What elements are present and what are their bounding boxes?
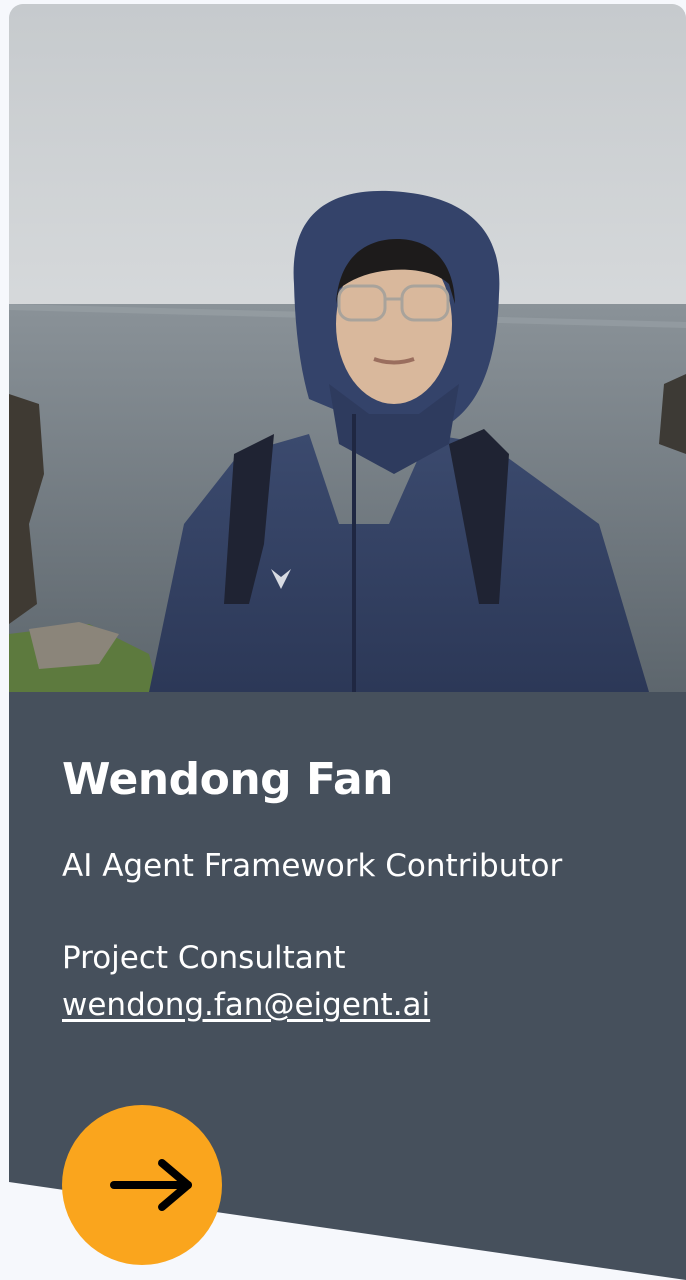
member-name: Wendong Fan — [62, 754, 394, 805]
member-role: AI Agent Framework Contributor — [62, 848, 563, 884]
team-member-card: Wendong Fan AI Agent Framework Contribut… — [9, 4, 686, 1280]
member-position: Project Consultant — [62, 940, 346, 976]
profile-photo — [9, 4, 686, 692]
member-email-link[interactable]: wendong.fan@eigent.ai — [62, 987, 430, 1023]
view-profile-button[interactable] — [62, 1105, 222, 1265]
arrow-right-icon — [110, 1159, 192, 1211]
